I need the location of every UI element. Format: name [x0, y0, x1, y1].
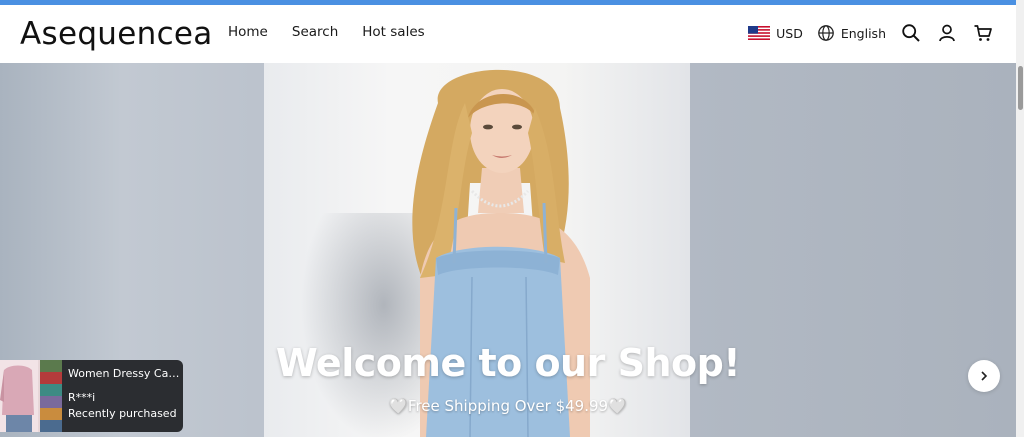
chevron-right-icon: [981, 371, 988, 381]
language-label: English: [840, 25, 886, 41]
popup-status: Recently purchased: [68, 407, 177, 420]
popup-text: Women Dressy Cas... R***i Recently purch…: [62, 360, 183, 432]
nav-item-home[interactable]: Home: [228, 24, 268, 40]
cart-button[interactable]: [972, 22, 994, 44]
us-flag-icon: [748, 26, 771, 40]
header-tools: USD English: [748, 19, 994, 47]
scrollbar-thumb[interactable]: [1018, 66, 1023, 110]
main-nav: Home Search Hot sales: [228, 24, 425, 40]
currency-selector[interactable]: USD: [748, 26, 803, 41]
search-button[interactable]: [900, 22, 922, 44]
cart-icon: [974, 25, 992, 41]
user-icon: [939, 24, 955, 42]
carousel-next-button[interactable]: [968, 360, 1000, 392]
globe-icon: [818, 25, 834, 41]
search-icon: [902, 24, 920, 42]
nav-item-hot-sales[interactable]: Hot sales: [362, 24, 424, 40]
language-selector[interactable]: English: [817, 24, 886, 42]
currency-label: USD: [776, 25, 803, 41]
popup-buyer: R***i: [68, 391, 96, 404]
nav-item-search[interactable]: Search: [292, 24, 338, 40]
product-thumbnail: [0, 360, 62, 432]
popup-product-name: Women Dressy Cas...: [68, 367, 182, 380]
site-logo[interactable]: Asequencea: [20, 15, 213, 53]
recent-purchase-popup[interactable]: Women Dressy Cas... R***i Recently purch…: [0, 360, 183, 432]
account-button[interactable]: [936, 22, 958, 44]
site-header: Asequencea Home Search Hot sales USD Eng…: [0, 5, 1016, 63]
